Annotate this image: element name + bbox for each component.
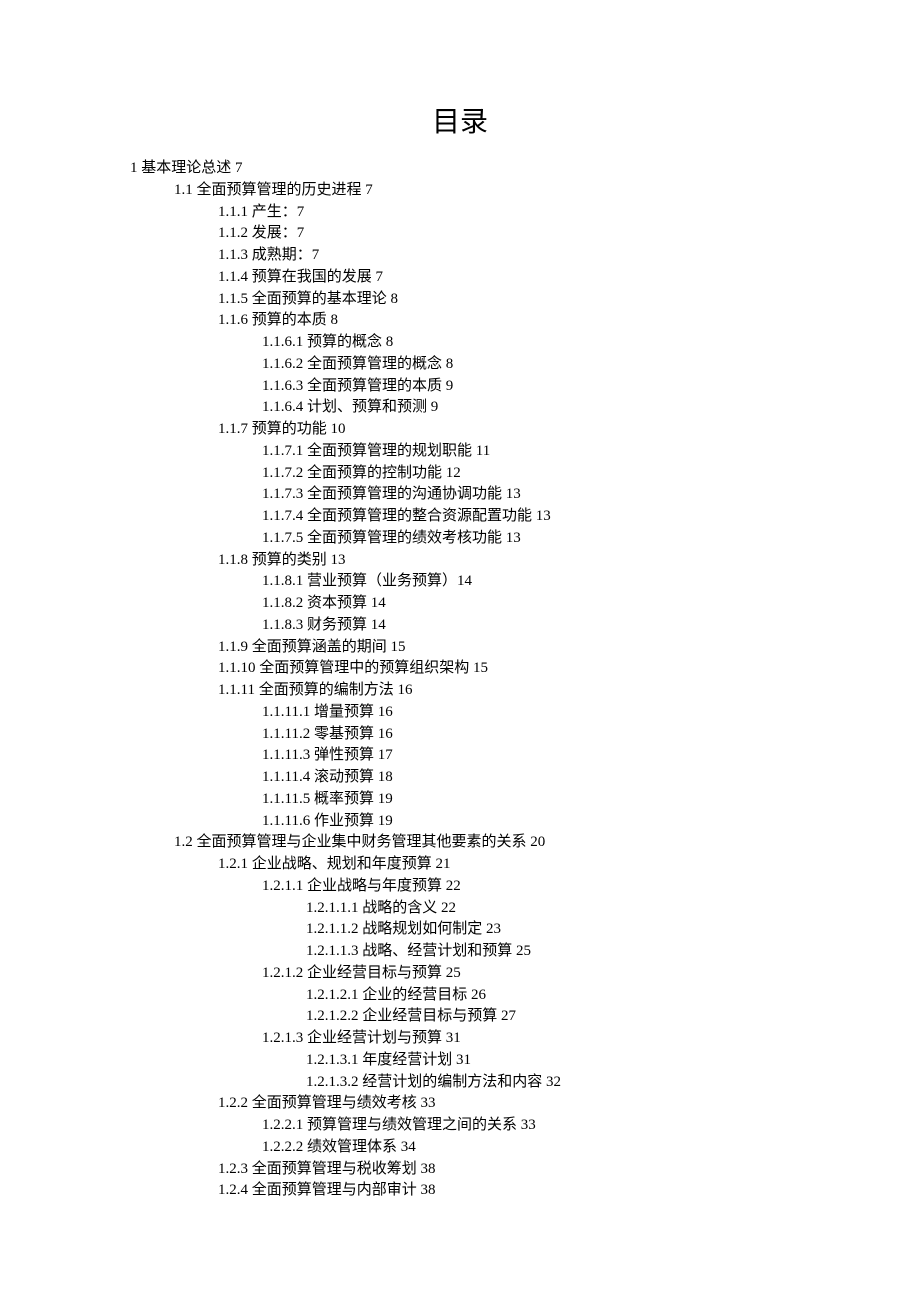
toc-entry: 1.2.3 全面预算管理与税收筹划 38 bbox=[218, 1159, 790, 1181]
toc-entry: 1.2.1.2.1 企业的经营目标 26 bbox=[306, 985, 790, 1007]
toc-entry: 1.2.2 全面预算管理与绩效考核 33 bbox=[218, 1093, 790, 1115]
toc-entry: 1.1.7.1 全面预算管理的规划职能 11 bbox=[262, 441, 790, 463]
toc-entry: 1.2.2.1 预算管理与绩效管理之间的关系 33 bbox=[262, 1115, 790, 1137]
toc-entry: 1.1.6.1 预算的概念 8 bbox=[262, 332, 790, 354]
toc-entry: 1.1.11.6 作业预算 19 bbox=[262, 811, 790, 833]
toc-entry: 1.1.8 预算的类别 13 bbox=[218, 550, 790, 572]
toc-entry: 1.1.11.4 滚动预算 18 bbox=[262, 767, 790, 789]
toc-entry: 1.2.1.2 企业经营目标与预算 25 bbox=[262, 963, 790, 985]
toc-entry: 1.2.1 企业战略、规划和年度预算 21 bbox=[218, 854, 790, 876]
toc-entry: 1.1.3 成熟期：7 bbox=[218, 245, 790, 267]
toc-entry: 1.2.1.3 企业经营计划与预算 31 bbox=[262, 1028, 790, 1050]
toc-entry: 1.2.1.1.3 战略、经营计划和预算 25 bbox=[306, 941, 790, 963]
document-page: 目录 1 基本理论总述 71.1 全面预算管理的历史进程 71.1.1 产生：7… bbox=[0, 0, 920, 1262]
toc-entry: 1.1.4 预算在我国的发展 7 bbox=[218, 267, 790, 289]
toc-entry: 1.1.11.1 增量预算 16 bbox=[262, 702, 790, 724]
toc-entry: 1.2.1.3.2 经营计划的编制方法和内容 32 bbox=[306, 1072, 790, 1094]
toc-entry: 1.1.2 发展：7 bbox=[218, 223, 790, 245]
toc-entry: 1.1.6.3 全面预算管理的本质 9 bbox=[262, 376, 790, 398]
toc-entry: 1.1.7.2 全面预算的控制功能 12 bbox=[262, 463, 790, 485]
toc-entry: 1.1 全面预算管理的历史进程 7 bbox=[174, 180, 790, 202]
toc-entry: 1.2.4 全面预算管理与内部审计 38 bbox=[218, 1180, 790, 1202]
toc-entry: 1.1.7.3 全面预算管理的沟通协调功能 13 bbox=[262, 484, 790, 506]
toc-entry: 1.2.1.1 企业战略与年度预算 22 bbox=[262, 876, 790, 898]
toc-entry: 1.1.6.2 全面预算管理的概念 8 bbox=[262, 354, 790, 376]
toc-entry: 1.1.5 全面预算的基本理论 8 bbox=[218, 289, 790, 311]
toc-entry: 1.1.6 预算的本质 8 bbox=[218, 310, 790, 332]
toc-entry: 1.1.7.4 全面预算管理的整合资源配置功能 13 bbox=[262, 506, 790, 528]
toc-entry: 1.2.1.1.1 战略的含义 22 bbox=[306, 898, 790, 920]
toc-entry: 1.1.7.5 全面预算管理的绩效考核功能 13 bbox=[262, 528, 790, 550]
toc-entry: 1.1.9 全面预算涵盖的期间 15 bbox=[218, 637, 790, 659]
toc-entry: 1.1.8.1 营业预算（业务预算）14 bbox=[262, 571, 790, 593]
toc-entry: 1.1.11.5 概率预算 19 bbox=[262, 789, 790, 811]
toc-title: 目录 bbox=[130, 100, 790, 140]
toc-entry: 1.2 全面预算管理与企业集中财务管理其他要素的关系 20 bbox=[174, 832, 790, 854]
toc-entry: 1.1.7 预算的功能 10 bbox=[218, 419, 790, 441]
toc-entry: 1.1.11 全面预算的编制方法 16 bbox=[218, 680, 790, 702]
toc-entry: 1.1.1 产生：7 bbox=[218, 202, 790, 224]
toc-entry: 1.1.8.3 财务预算 14 bbox=[262, 615, 790, 637]
toc-entry: 1.1.6.4 计划、预算和预测 9 bbox=[262, 397, 790, 419]
toc-entry: 1.1.11.3 弹性预算 17 bbox=[262, 745, 790, 767]
toc-entry: 1.2.1.2.2 企业经营目标与预算 27 bbox=[306, 1006, 790, 1028]
toc-entry: 1.1.8.2 资本预算 14 bbox=[262, 593, 790, 615]
toc-entry: 1.1.11.2 零基预算 16 bbox=[262, 724, 790, 746]
toc-entry: 1.1.10 全面预算管理中的预算组织架构 15 bbox=[218, 658, 790, 680]
toc-entry: 1.2.1.3.1 年度经营计划 31 bbox=[306, 1050, 790, 1072]
toc-list: 1 基本理论总述 71.1 全面预算管理的历史进程 71.1.1 产生：71.1… bbox=[130, 158, 790, 1202]
toc-entry: 1 基本理论总述 7 bbox=[130, 158, 790, 180]
toc-entry: 1.2.1.1.2 战略规划如何制定 23 bbox=[306, 919, 790, 941]
toc-entry: 1.2.2.2 绩效管理体系 34 bbox=[262, 1137, 790, 1159]
